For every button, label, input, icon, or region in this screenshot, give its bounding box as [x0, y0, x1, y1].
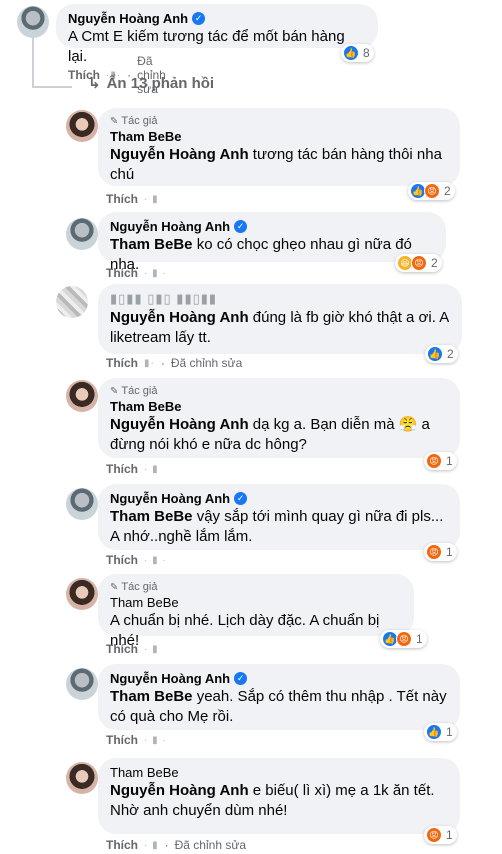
- like-button[interactable]: Thích: [106, 266, 138, 280]
- author-badge: ✎ Tác giả: [110, 115, 158, 127]
- reply-author[interactable]: Nguyễn Hoàng Anh: [110, 491, 230, 506]
- edited-label: Đã chỉnh sửa: [170, 356, 243, 370]
- mention-link[interactable]: Tham BeBe: [110, 508, 193, 525]
- reply-actions: Thích · ▮ ·: [106, 733, 167, 747]
- reply-actions: Thích ▮· · Đã chỉnh sửa: [106, 356, 243, 370]
- avatar[interactable]: [66, 578, 98, 610]
- angry-reaction-icon: 😡: [426, 453, 442, 469]
- pencil-icon: ✎: [110, 581, 119, 593]
- reply-bubble: Nguyễn Hoàng Anh ✓ Tham BeBe yeah. Sắp c…: [98, 664, 460, 730]
- like-reaction-icon: 👍: [343, 45, 359, 61]
- angry-reaction-icon: 😡: [396, 631, 412, 647]
- like-reaction-icon: 👍: [426, 724, 442, 740]
- like-button[interactable]: Thích: [106, 356, 138, 370]
- reaction-summary[interactable]: 😆 😡 2: [395, 254, 442, 272]
- reply-author-blurred[interactable]: ▮▯▮▮ ▯▮▯ ▮▮▯▮▮: [110, 291, 450, 307]
- angry-reaction-icon: 😡: [424, 183, 440, 199]
- avatar[interactable]: [66, 668, 98, 700]
- reaction-summary[interactable]: 😡 1: [424, 826, 457, 844]
- blurred-text: · ▮: [144, 839, 159, 851]
- verified-icon: ✓: [234, 492, 248, 505]
- angry-reaction-icon: 😡: [411, 255, 427, 271]
- reply-author[interactable]: Nguyễn Hoàng Anh: [110, 671, 230, 686]
- reply-actions: Thích · ▮ ·: [106, 553, 167, 567]
- verified-icon: ✓: [192, 12, 206, 25]
- reply-author[interactable]: Tham BeBe: [110, 399, 448, 414]
- mention-link[interactable]: Nguyễn Hoàng Anh: [110, 416, 249, 433]
- like-button[interactable]: Thích: [106, 462, 138, 476]
- like-button[interactable]: Thích: [106, 733, 138, 747]
- reaction-summary[interactable]: 👍 😡 2: [408, 182, 455, 200]
- reply-actions: Thích · ▮ ·: [106, 266, 167, 280]
- reply-bubble: Tham BeBe Nguyễn Hoàng Anh e biếu( lì xì…: [98, 758, 460, 834]
- like-button[interactable]: Thích: [106, 838, 138, 852]
- reply-bubble: ▮▯▮▮ ▯▮▯ ▮▮▯▮▮ Nguyễn Hoàng Anh đúng là …: [98, 284, 462, 354]
- mention-link[interactable]: Nguyễn Hoàng Anh: [110, 782, 249, 799]
- like-button[interactable]: Thích: [106, 642, 138, 656]
- author-badge: ✎ Tác giả: [110, 581, 158, 593]
- pencil-icon: ✎: [110, 115, 119, 127]
- like-button[interactable]: Thích: [106, 192, 138, 206]
- thread-line: [32, 38, 34, 88]
- reply-arrow-icon: ↳: [88, 75, 101, 92]
- reply-author[interactable]: Tham BeBe: [110, 129, 448, 144]
- mention-link[interactable]: Tham BeBe: [110, 236, 193, 253]
- blurred-text: · ▮: [144, 463, 159, 475]
- reply-actions: Thích · ▮ · Đã chỉnh sửa: [106, 838, 247, 852]
- mention-link[interactable]: Tham BeBe: [110, 688, 193, 705]
- reply-actions: Thích · ▮: [106, 642, 159, 656]
- mention-link[interactable]: Nguyễn Hoàng Anh: [110, 146, 249, 163]
- blurred-text: ▮·: [144, 357, 155, 369]
- reply-author: Tham BeBe: [110, 765, 179, 780]
- thread-line: [32, 86, 72, 88]
- like-button[interactable]: Thích: [106, 553, 138, 567]
- reply-author[interactable]: Nguyễn Hoàng Anh: [110, 219, 230, 234]
- reply-author: Tham BeBe: [110, 595, 179, 610]
- reply-bubble: Nguyễn Hoàng Anh ✓ Tham BeBe vậy sắp tới…: [98, 484, 460, 550]
- blurred-text: · ▮: [144, 643, 159, 655]
- reply-bubble: Nguyễn Hoàng Anh ✓ Tham BeBe ko có chọc …: [98, 212, 446, 273]
- blurred-text: · ▮: [144, 193, 159, 205]
- verified-icon: ✓: [234, 220, 248, 233]
- mention-link[interactable]: Nguyễn Hoàng Anh: [110, 309, 249, 326]
- verified-icon: ✓: [234, 672, 248, 685]
- angry-reaction-icon: 😡: [426, 827, 442, 843]
- avatar[interactable]: [66, 762, 98, 794]
- reply-actions: Thích · ▮: [106, 462, 159, 476]
- blurred-text: · ▮ ·: [144, 267, 167, 279]
- reply-actions: Thích · ▮: [106, 192, 159, 206]
- hide-replies-button[interactable]: ↳ Ẩn 13 phản hồi: [88, 74, 214, 93]
- avatar[interactable]: [66, 380, 98, 412]
- reply-bubble: ✎ Tác giả Tham BeBe Nguyễn Hoàng Anh tươn…: [98, 108, 460, 186]
- reaction-summary[interactable]: 👍 1: [424, 723, 457, 741]
- reply-bubble: ✎ Tác giả Tham BeBe A chuẩn bị nhé. Lịch …: [98, 574, 414, 649]
- avatar[interactable]: [17, 6, 49, 38]
- reaction-summary[interactable]: 👍 8: [341, 44, 374, 62]
- avatar[interactable]: [66, 110, 98, 142]
- reaction-summary[interactable]: 😡 1: [424, 452, 457, 470]
- avatar[interactable]: [56, 286, 88, 318]
- angry-reaction-icon: 😡: [426, 544, 442, 560]
- pencil-icon: ✎: [110, 385, 119, 397]
- comment-author[interactable]: Nguyễn Hoàng Anh: [68, 11, 188, 26]
- like-reaction-icon: 👍: [427, 346, 443, 362]
- reaction-summary[interactable]: 👍 😡 1: [380, 630, 427, 648]
- avatar[interactable]: [66, 488, 98, 520]
- reaction-summary[interactable]: 👍 2: [425, 345, 458, 363]
- edited-label: Đã chỉnh sửa: [174, 838, 247, 852]
- reply-bubble: ✎ Tác giả Tham BeBe Nguyễn Hoàng Anh dạ k…: [98, 378, 460, 458]
- avatar[interactable]: [66, 218, 98, 250]
- comment-bubble: Nguyễn Hoàng Anh ✓ A Cmt E kiếm tương tá…: [56, 4, 378, 65]
- author-badge: ✎ Tác giả: [110, 385, 158, 397]
- blurred-text: · ▮ ·: [144, 554, 167, 566]
- blurred-text: · ▮ ·: [144, 734, 167, 746]
- reaction-summary[interactable]: 😡 1: [424, 543, 457, 561]
